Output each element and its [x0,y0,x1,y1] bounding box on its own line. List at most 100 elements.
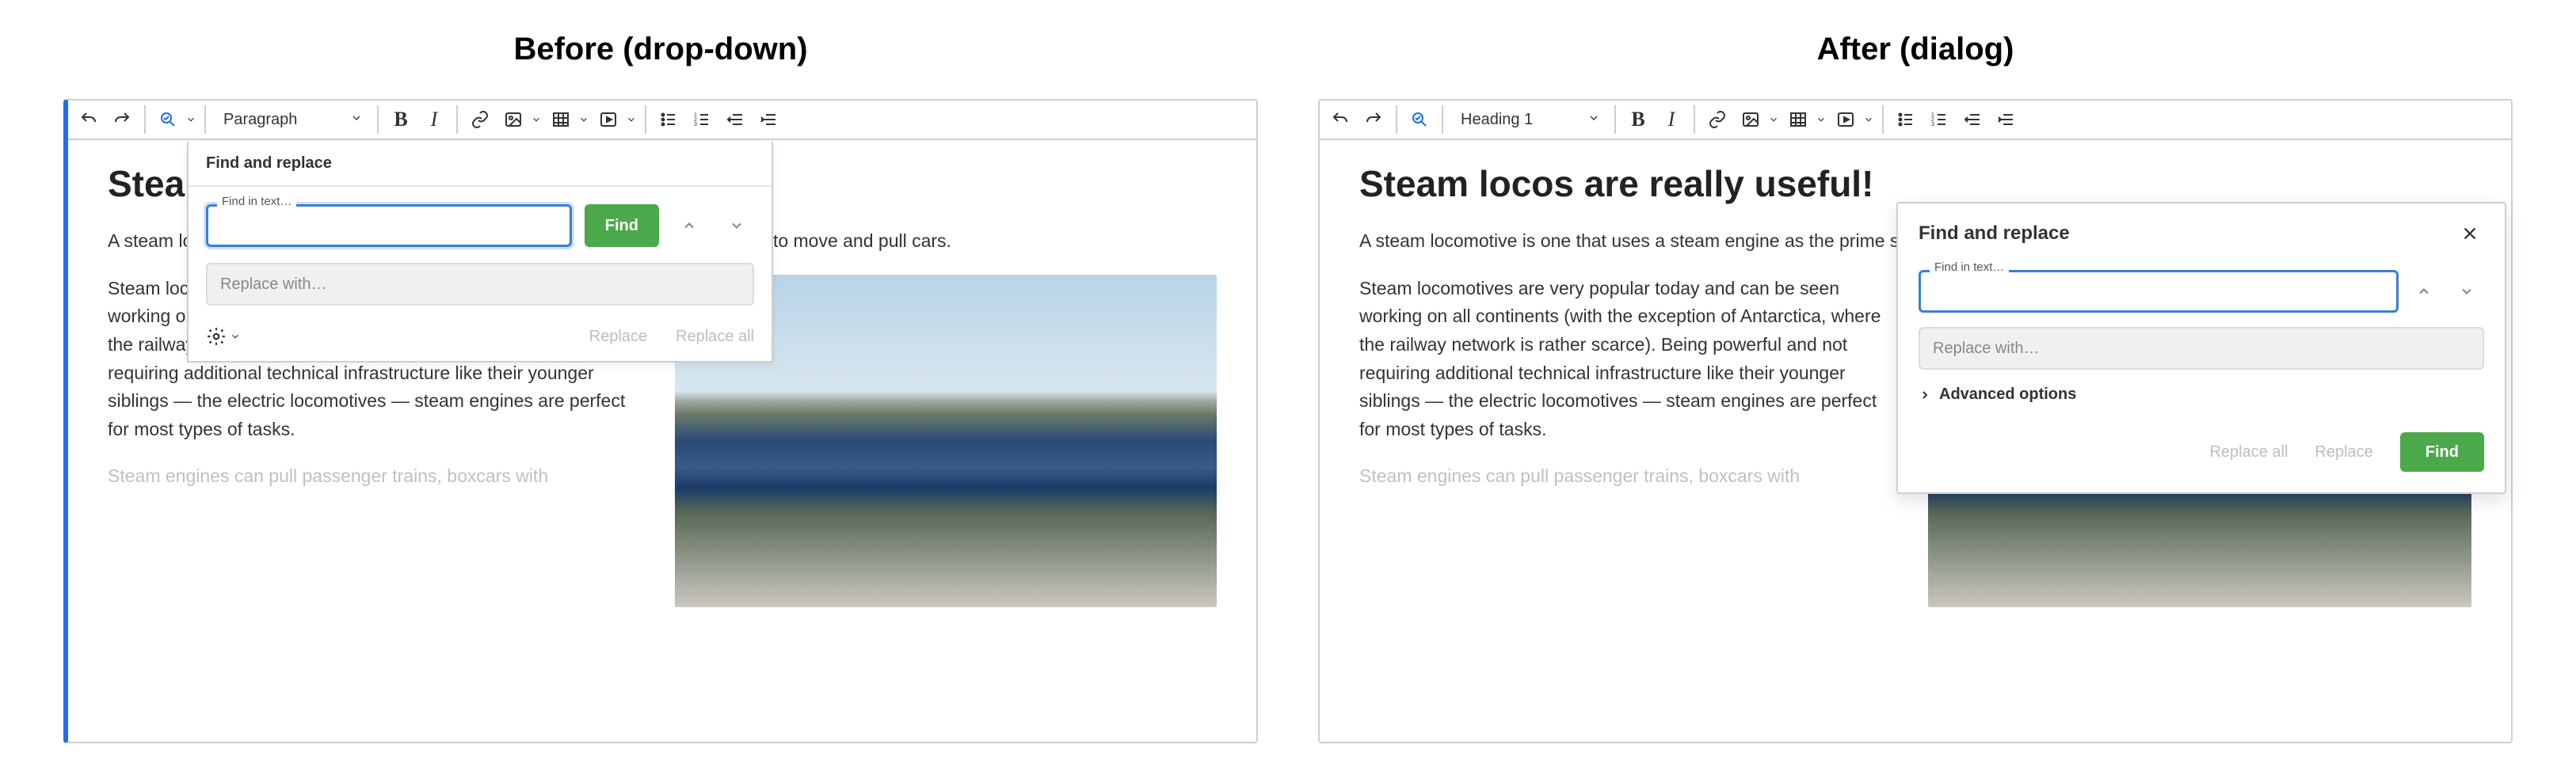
fade-overlay [68,631,1256,742]
toolbar-separator [456,105,458,134]
heading-dropdown-label: Heading 1 [1461,111,1533,129]
dialog-title: Find and replace [1919,222,2070,245]
advanced-options-toggle[interactable]: Advanced options [1898,376,2505,418]
media-button[interactable] [1830,104,1876,135]
table-button[interactable] [545,104,591,135]
indent-button[interactable] [1990,104,2022,135]
replace-all-button[interactable]: Replace all [676,328,754,346]
chevron-down-icon [184,114,198,125]
before-column: Before (drop-down) [63,32,1258,743]
table-button[interactable] [1782,104,1828,135]
close-button[interactable] [2456,219,2484,248]
chevron-down-icon [1814,114,1828,125]
toolbar-before: Paragraph B I [68,101,1256,140]
table-icon [1782,104,1814,135]
doc-paragraph-faded: Steam engines can pull passenger trains,… [1359,462,1903,491]
replace-button[interactable]: Replace [589,328,647,346]
redo-button[interactable] [106,104,138,135]
redo-button[interactable] [1358,104,1389,135]
toolbar-separator [1396,105,1397,134]
chevron-right-icon [1919,389,1931,401]
italic-button[interactable]: I [1656,104,1687,135]
toolbar-separator [1442,105,1443,134]
link-button[interactable] [464,104,496,135]
image-button[interactable] [1735,104,1781,135]
toolbar-separator [1694,105,1695,134]
chevron-down-icon [1587,111,1600,129]
toolbar-after: Heading 1 B I [1320,101,2511,140]
find-button[interactable]: Find [2400,432,2484,472]
toolbar-separator [144,105,146,134]
outdent-button[interactable] [719,104,751,135]
media-icon [1830,104,1862,135]
bulleted-list-button[interactable] [1890,104,1922,135]
italic-icon: I [431,108,438,131]
bold-icon: B [1631,108,1644,131]
find-field-label: Find in text… [1930,260,2009,274]
editor-after: Heading 1 B I [1318,99,2513,743]
image-icon [1735,104,1766,135]
prev-match-button[interactable] [2406,274,2441,309]
chevron-down-icon [230,331,241,342]
bold-button[interactable]: B [1622,104,1654,135]
outdent-button[interactable] [1957,104,1988,135]
next-match-button[interactable] [719,208,754,243]
indent-button[interactable] [753,104,784,135]
gear-icon [206,326,227,347]
find-replace-icon [152,104,184,135]
dropdown-title: Find and replace [189,142,772,187]
find-replace-toolbar-button[interactable] [152,104,198,135]
bulleted-list-button[interactable] [653,104,684,135]
replace-all-button[interactable]: Replace all [2209,443,2288,462]
next-match-button[interactable] [2449,274,2484,309]
after-title: After (dialog) [1318,32,2513,67]
undo-button[interactable] [1324,104,1356,135]
editor-before: Paragraph B I [63,99,1258,743]
doc-paragraph: Steam locomotives are very popular today… [1359,275,1903,444]
toolbar-separator [1882,105,1884,134]
doc-paragraph-faded: Steam engines can pull passenger trains,… [108,462,650,491]
prev-match-button[interactable] [672,208,707,243]
heading-dropdown[interactable]: Heading 1 [1450,104,1608,135]
bold-button[interactable]: B [385,104,417,135]
media-icon [593,104,624,135]
toolbar-separator [204,105,206,134]
chevron-down-icon [1862,114,1876,125]
before-title: Before (drop-down) [63,32,1258,67]
image-icon [497,104,529,135]
chevron-down-icon [624,114,638,125]
italic-icon: I [1668,108,1675,131]
toolbar-separator [645,105,646,134]
find-input[interactable] [206,204,572,247]
svg-text:3: 3 [1931,122,1934,127]
heading-dropdown[interactable]: Paragraph [212,104,371,135]
table-icon [545,104,577,135]
heading-dropdown-label: Paragraph [223,111,297,129]
numbered-list-button[interactable]: 123 [686,104,718,135]
svg-text:3: 3 [694,122,697,127]
chevron-down-icon [1766,114,1781,125]
chevron-down-icon [529,114,543,125]
image-button[interactable] [497,104,543,135]
find-field-label: Find in text… [217,195,296,208]
doc-heading: Steam locos are really useful! [1359,162,2471,205]
options-gear-dropdown[interactable] [206,326,241,347]
replace-input[interactable] [206,263,754,306]
find-replace-dropdown: Find and replace Find in text… Find [187,142,773,363]
find-input[interactable] [1919,270,2399,313]
find-replace-toolbar-button[interactable] [1404,104,1435,135]
close-icon [2461,225,2479,242]
find-replace-dialog: Find and replace Find in text… [1896,202,2506,494]
media-button[interactable] [593,104,638,135]
fade-overlay [1320,631,2511,742]
replace-input[interactable] [1919,327,2484,370]
advanced-options-label: Advanced options [1939,386,2076,404]
toolbar-separator [377,105,379,134]
link-button[interactable] [1701,104,1733,135]
replace-button[interactable]: Replace [2315,443,2372,462]
find-button[interactable]: Find [585,204,659,247]
numbered-list-button[interactable]: 123 [1923,104,1955,135]
italic-button[interactable]: I [418,104,450,135]
chevron-down-icon [350,111,363,129]
undo-button[interactable] [73,104,105,135]
